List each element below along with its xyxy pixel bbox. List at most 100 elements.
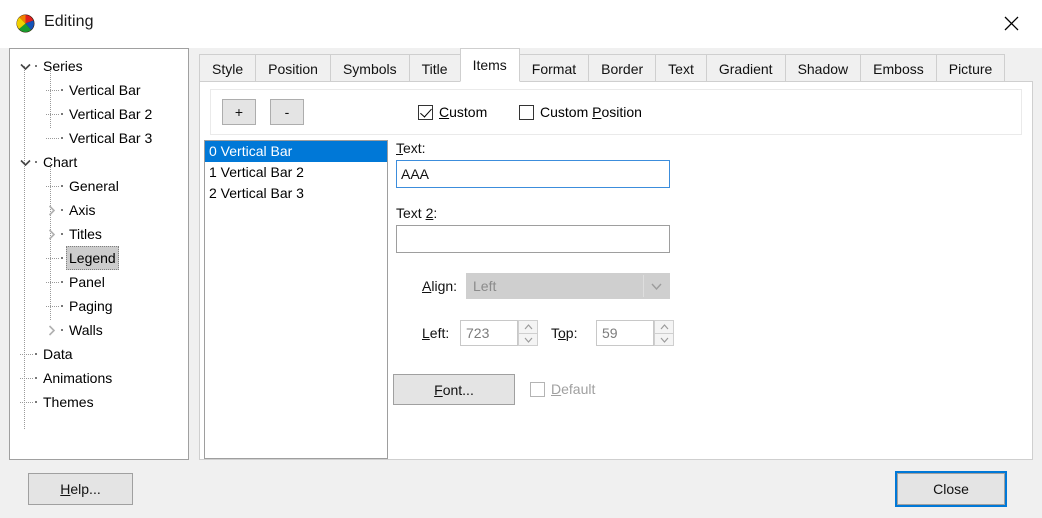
text-input[interactable] [396,160,670,188]
default-font-checkbox-box[interactable] [530,381,545,397]
tree-item-label: Panel [69,274,105,290]
top-value-field[interactable]: 59 [596,320,654,346]
chevron-right-icon[interactable] [44,198,58,222]
dialog-footer: Help... Close [0,466,1042,518]
tree-connector [20,378,33,380]
close-icon[interactable] [980,0,1042,46]
tree-item-legend[interactable]: Legend [10,246,188,270]
tree-connector [46,282,59,284]
tree-node-dot [61,185,63,187]
tab-shadow[interactable]: Shadow [784,54,862,82]
legend-items-list[interactable]: 0 Vertical Bar 1 Vertical Bar 22 Vertical… [204,140,388,459]
tab-strip[interactable]: Style Position Symbols Title Items Format Bord… [199,48,1033,82]
navigation-tree[interactable]: Series Vertical Bar Vertical Bar 2 Vertical… [9,48,189,460]
chevron-down-icon[interactable] [18,54,32,78]
default-font-checkbox-label: Default [551,381,596,397]
tab-format[interactable]: Format [518,54,590,82]
tab-text[interactable]: Text [655,54,707,82]
tab-emboss[interactable]: Emboss [860,54,937,82]
tree-connector [46,186,59,188]
top-spinner-down[interactable] [654,333,674,346]
tree-item-label: Series [43,58,83,74]
tree-item-chart[interactable]: Chart [10,150,188,174]
chevron-down-icon[interactable] [18,150,32,174]
tree-item-panel[interactable]: Panel [10,270,188,294]
tree-item-paging[interactable]: Paging [10,294,188,318]
tree-item-vertical-bar-3[interactable]: Vertical Bar 3 [10,126,188,150]
list-item[interactable]: 0 Vertical Bar [205,141,387,162]
tree-item-data[interactable]: Data [10,342,188,366]
tab-title[interactable]: Title [408,54,461,82]
tab-label: Items [472,57,507,73]
left-spinner-up[interactable] [518,320,538,333]
tab-style[interactable]: Style [199,54,257,82]
default-font-checkbox[interactable]: Default [530,381,595,397]
tree-node-dot [61,233,63,235]
custom-position-checkbox-box[interactable] [519,104,534,120]
tab-label: Shadow [797,61,849,77]
items-toolbar-group: + - Custom Custom Position [210,89,1022,135]
top-spinner-up[interactable] [654,320,674,333]
tab-gradient[interactable]: Gradient [705,54,786,82]
tree-node-dot [35,353,37,355]
add-item-button[interactable]: + [222,99,256,125]
left-spinner-down[interactable] [518,333,538,346]
tree-node-dot [61,329,63,331]
remove-item-button[interactable]: - [270,99,304,125]
tree-item-vertical-bar[interactable]: Vertical Bar [10,78,188,102]
window-title: Editing [44,13,94,30]
text2-label: Text 2: [396,205,438,221]
tree-item-titles[interactable]: Titles [10,222,188,246]
tree-item-axis[interactable]: Axis [10,198,188,222]
left-value-field[interactable]: 723 [460,320,518,346]
custom-checkbox[interactable]: Custom [418,104,487,120]
chevron-right-icon[interactable] [44,222,58,246]
tree-node-dot [35,161,37,163]
tab-label: Format [531,61,577,77]
tree-item-themes[interactable]: Themes [10,390,188,414]
tree-node-dot [35,65,37,67]
help-button[interactable]: Help... [28,473,133,505]
tree-item-series[interactable]: Series [10,54,188,78]
chevron-right-icon[interactable] [44,318,58,342]
custom-position-checkbox-label: Custom Position [540,104,642,120]
tab-position[interactable]: Position [255,54,331,82]
close-button[interactable]: Close [897,473,1005,505]
tree-node-dot [61,89,63,91]
tree-node-dot [61,209,63,211]
tree-connector [46,138,59,140]
align-combobox[interactable]: Left [466,273,670,299]
tree-item-label: Vertical Bar [69,82,141,98]
tree-item-vertical-bar-2[interactable]: Vertical Bar 2 [10,102,188,126]
tree-item-label: Walls [69,322,103,338]
left-label: Left: [422,325,450,341]
tab-border[interactable]: Border [588,54,657,82]
tree-item-walls[interactable]: Walls [10,318,188,342]
top-spinner[interactable] [654,320,674,346]
tree-node-dot [61,257,63,259]
text2-input[interactable] [396,225,670,253]
custom-checkbox-label: Custom [439,104,488,120]
tree-item-animations[interactable]: Animations [10,366,188,390]
tab-picture[interactable]: Picture [935,54,1006,82]
chevron-down-icon[interactable] [643,275,668,297]
tree-node-dot [35,401,37,403]
list-item[interactable]: 2 Vertical Bar 3 [205,183,387,204]
tree-item-general[interactable]: General [10,174,188,198]
tab-label: Style [212,61,244,77]
tab-items[interactable]: Items [459,48,520,82]
tree-item-label: Animations [43,370,113,386]
font-button[interactable]: Font... [393,374,515,405]
tab-label: Symbols [342,61,397,77]
tree-node-dot [61,281,63,283]
left-spinner[interactable] [518,320,538,346]
tab-label: Position [268,61,318,77]
align-combobox-value: Left [473,278,497,294]
custom-checkbox-box[interactable] [418,104,433,120]
tree-item-label: Axis [69,202,96,218]
tab-symbols[interactable]: Symbols [329,54,410,82]
tree-node-dot [61,305,63,307]
custom-position-checkbox[interactable]: Custom Position [519,104,642,120]
help-button-label: Help... [60,481,101,497]
list-item[interactable]: 1 Vertical Bar 2 [205,162,387,183]
